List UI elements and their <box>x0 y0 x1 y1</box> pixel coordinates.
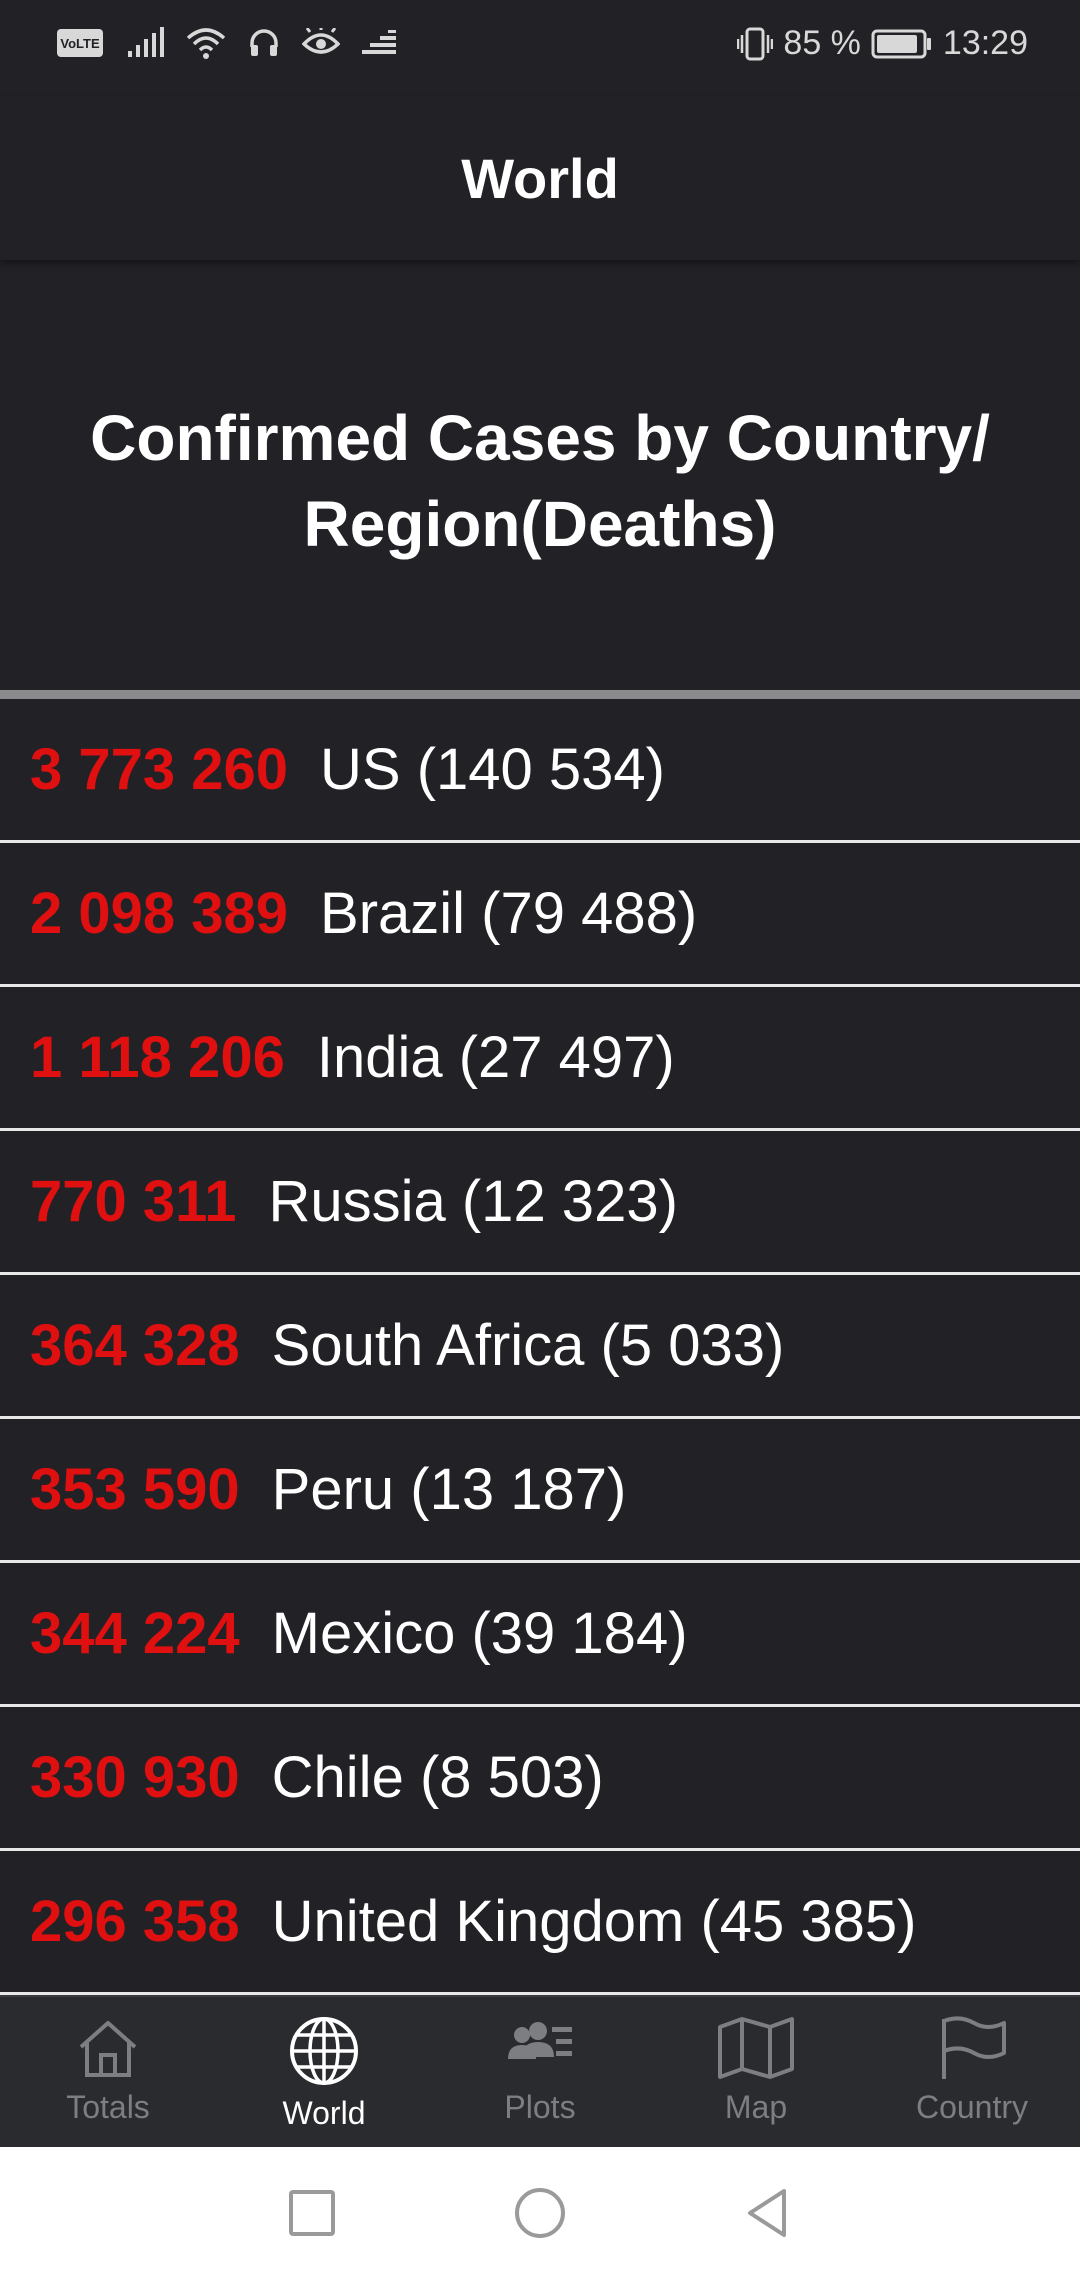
country-name: Mexico (39 184) <box>271 1601 688 1666</box>
section-title: Confirmed Cases by Country/ Region(Death… <box>90 402 990 560</box>
wifi-icon <box>186 28 226 59</box>
list-item[interactable]: 3 773 260 US (140 534) <box>0 699 1080 843</box>
case-count: 2 098 389 <box>30 881 289 946</box>
country-name: Brazil (79 488) <box>320 881 698 946</box>
case-count: 296 358 <box>30 1889 240 1954</box>
case-count: 364 328 <box>30 1313 240 1378</box>
list-item[interactable]: 770 311 Russia (12 323) <box>0 1131 1080 1275</box>
nav-label: Plots <box>504 2089 576 2125</box>
list-item[interactable]: 296 358 United Kingdom (45 385) <box>0 1851 1080 1995</box>
eye-icon <box>302 28 340 54</box>
volte-icon: VoLTE <box>57 29 103 57</box>
country-name: India (27 497) <box>316 1025 675 1090</box>
back-button[interactable] <box>738 2183 798 2243</box>
status-icons-right: 85 % 13:29 <box>737 24 1028 63</box>
map-icon <box>718 2017 794 2079</box>
nav-label: Totals <box>66 2089 150 2125</box>
case-count: 330 930 <box>30 1745 240 1810</box>
vibrate-icon <box>737 27 774 60</box>
home-icon <box>79 2021 137 2077</box>
nav-label: World <box>282 2095 366 2131</box>
nav-item-map[interactable]: Map <box>648 1997 864 2149</box>
status-icons-left: VoLTE <box>56 26 396 60</box>
nav-item-totals[interactable]: Totals <box>0 1997 216 2149</box>
list-item[interactable]: 344 224 Mexico (39 184) <box>0 1563 1080 1707</box>
country-name: Russia (12 323) <box>268 1169 678 1234</box>
volte-label: VoLTE <box>60 36 100 51</box>
bottom-nav: Totals World Plots Map Country <box>0 1995 1080 2149</box>
screen: VoLTE 85 % 13:29 World Confirmed Cases b… <box>0 0 1080 2280</box>
case-count: 344 224 <box>30 1601 240 1666</box>
flag-icon <box>942 2016 1006 2079</box>
nav-item-country[interactable]: Country <box>864 1997 1080 2149</box>
header-divider <box>0 690 1080 699</box>
recents-button[interactable] <box>282 2183 342 2243</box>
section-header: Confirmed Cases by Country/ Region(Death… <box>0 262 1080 692</box>
list-item[interactable]: 330 930 Chile (8 503) <box>0 1707 1080 1851</box>
headset-icon <box>250 29 278 56</box>
people-list-icon <box>508 2022 572 2059</box>
battery-icon <box>871 29 931 58</box>
country-name: Chile (8 503) <box>271 1745 604 1810</box>
battery-percent: 85 % <box>783 24 861 62</box>
data-bars-icon <box>362 30 396 54</box>
country-name: South Africa (5 033) <box>271 1313 785 1378</box>
home-button[interactable] <box>510 2183 570 2243</box>
nav-label: Country <box>915 2089 1029 2125</box>
list-item[interactable]: 364 328 South Africa (5 033) <box>0 1275 1080 1419</box>
list-item[interactable]: 1 118 206 India (27 497) <box>0 987 1080 1131</box>
country-name: Peru (13 187) <box>271 1457 627 1522</box>
case-count: 1 118 206 <box>30 1025 285 1090</box>
globe-icon <box>290 2017 358 2085</box>
case-count: 770 311 <box>30 1169 237 1234</box>
page-title: World <box>461 146 619 210</box>
nav-item-world[interactable]: World <box>216 1997 432 2149</box>
system-nav-bar <box>0 2147 1080 2280</box>
list-item[interactable]: 2 098 389 Brazil (79 488) <box>0 843 1080 987</box>
list-item[interactable]: 353 590 Peru (13 187) <box>0 1419 1080 1563</box>
country-name: United Kingdom (45 385) <box>271 1889 917 1954</box>
country-name: US (140 534) <box>320 737 666 802</box>
case-count: 353 590 <box>30 1457 240 1522</box>
case-count: 3 773 260 <box>30 737 289 802</box>
nav-label: Map <box>724 2089 788 2125</box>
signal-icon <box>128 27 164 57</box>
status-bar: VoLTE 85 % 13:29 <box>0 0 1080 96</box>
clock: 13:29 <box>942 24 1028 62</box>
country-list[interactable]: 3 773 260 US (140 534) 2 098 389 Brazil … <box>0 699 1080 1995</box>
nav-item-plots[interactable]: Plots <box>432 1997 648 2149</box>
app-bar: World <box>0 96 1080 260</box>
